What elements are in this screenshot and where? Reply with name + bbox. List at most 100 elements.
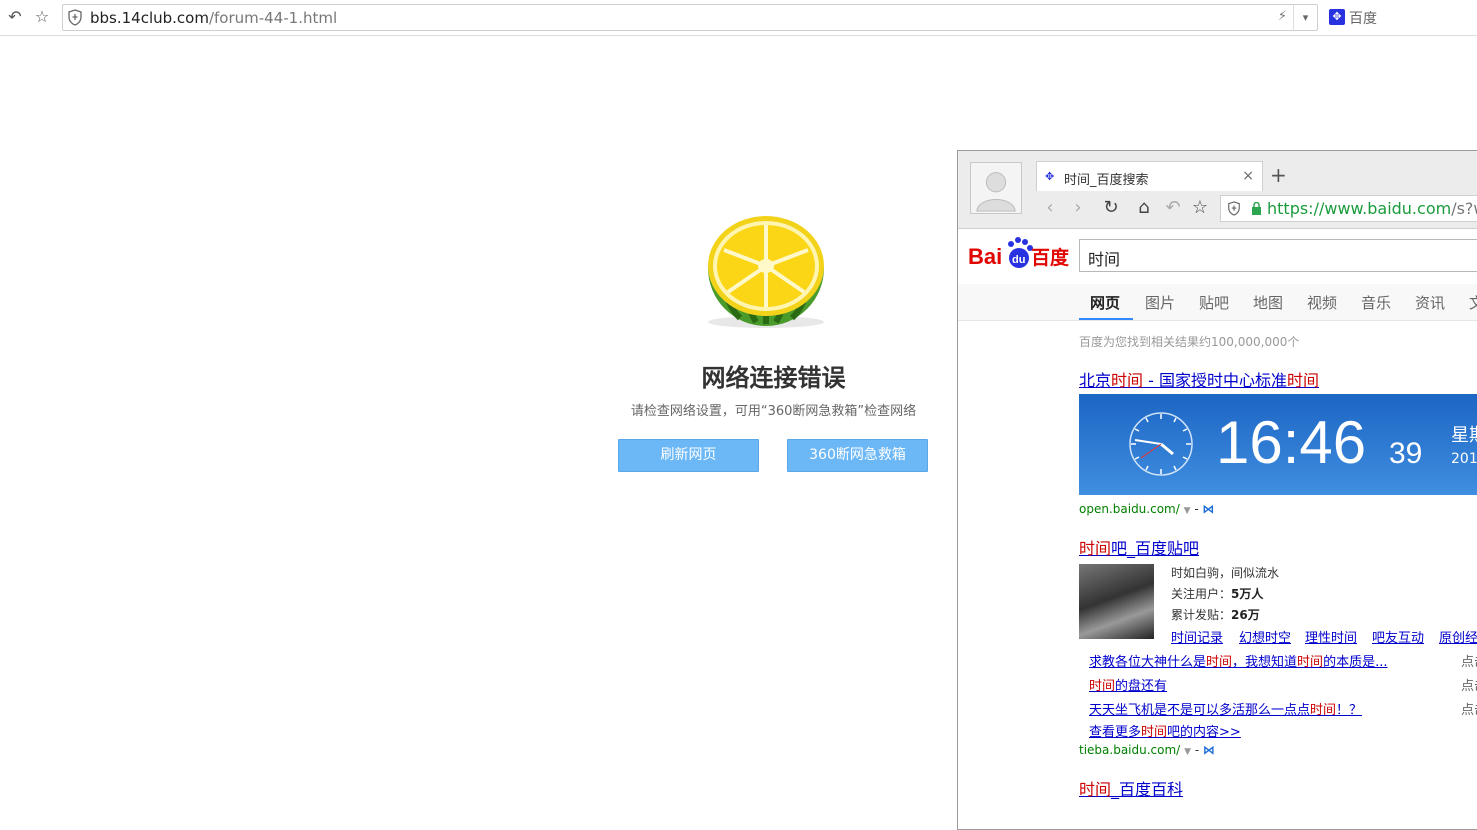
more-text: 吧的内容>> [1167, 725, 1241, 740]
thread-text: ！？ [1336, 703, 1363, 718]
baidu-logo: Bai du 百度 [968, 237, 1070, 269]
thread-highlight: 时间 [1089, 679, 1116, 694]
title-part: 吧_百度贴吧 [1111, 539, 1200, 558]
error-description: 请检查网络设置，可用“360断网急救箱”检查网络 [630, 404, 917, 419]
followers-label: 关注用户： [1171, 587, 1232, 601]
title-highlight: 时间 [1111, 371, 1144, 390]
tab-tieba[interactable]: 贴吧 [1199, 292, 1229, 313]
time-widget: 16:46 39 星期 201 [1079, 394, 1477, 495]
avatar[interactable] [970, 162, 1022, 214]
clock-weekday: 星期 [1451, 425, 1477, 446]
tab-wenku[interactable]: 文 [1469, 292, 1477, 313]
svg-text:Bai: Bai [968, 244, 1002, 269]
shield-icon [1228, 201, 1240, 216]
inner-address-bar[interactable]: https://www.baidu.com/s?wd [1220, 195, 1477, 222]
title-part: 北京 [1079, 371, 1112, 390]
tieba-thread-link[interactable]: 天天坐飞机是不是可以多活那么一点点时间！？ [1089, 699, 1362, 718]
result-source: tieba.baidu.com/ ▼ - ⋈ [1079, 743, 1215, 757]
new-tab-icon[interactable]: + [1270, 163, 1287, 187]
tieba-tag-link[interactable]: 时间记录 [1171, 627, 1223, 646]
shield-icon [68, 9, 82, 26]
posts-value: 26万 [1231, 608, 1260, 622]
thread-click-count: 点击 [1461, 703, 1477, 718]
tab-images[interactable]: 图片 [1145, 292, 1175, 313]
clock-seconds: 39 [1389, 437, 1423, 470]
url-host: bbs.14club.com [90, 9, 209, 27]
search-input[interactable]: 时间 [1079, 239, 1477, 272]
close-icon[interactable]: × [1242, 168, 1254, 184]
posts-label: 累计发贴： [1171, 608, 1232, 622]
more-tieba-link[interactable]: 查看更多时间吧的内容>> [1089, 721, 1241, 740]
search-query: 时间 [1088, 250, 1121, 269]
thread-text: 天天坐飞机是不是可以多活那么一点点 [1089, 703, 1311, 718]
title-highlight: 时间 [1079, 780, 1112, 799]
tab-title: 时间_百度搜索 [1064, 173, 1149, 188]
result-title-tieba[interactable]: 时间吧_百度贴吧 [1079, 535, 1199, 559]
caret-down-icon[interactable]: ▼ [1184, 747, 1191, 757]
bow-tie-icon[interactable]: ⋈ [1203, 502, 1215, 516]
source-url[interactable]: open.baidu.com/ [1079, 502, 1180, 516]
title-part: _百度百科 [1111, 780, 1184, 799]
search-engine-name: 百度 [1349, 11, 1377, 27]
melon-logo-icon [708, 216, 824, 328]
source-url[interactable]: tieba.baidu.com/ [1079, 743, 1180, 757]
tieba-tag-link[interactable]: 原创经 [1439, 627, 1477, 646]
favorite-star-icon[interactable]: ☆ [31, 6, 53, 28]
thread-highlight: 时间 [1206, 655, 1233, 670]
back-icon[interactable]: ‹ [1039, 197, 1061, 219]
thread-highlight: 时间 [1297, 655, 1324, 670]
address-bar[interactable]: bbs.14club.com/forum-44-1.html ⚡ ▾ [62, 4, 1318, 31]
chevron-down-icon[interactable]: ▾ [1293, 5, 1317, 30]
more-text: 查看更多 [1089, 725, 1142, 740]
svg-text:百度: 百度 [1031, 246, 1070, 269]
active-tab-indicator [1079, 318, 1133, 320]
tab-webpage[interactable]: 网页 [1090, 292, 1120, 313]
embedded-browser-window: ✥ 时间_百度搜索 × + ‹ › ↻ ⌂ ↶ ☆ https://www.ba… [957, 150, 1477, 830]
favorite-star-icon[interactable]: ☆ [1189, 197, 1211, 219]
tab-map[interactable]: 地图 [1253, 292, 1283, 313]
inner-url-secure: https://www.baidu.com [1267, 199, 1452, 218]
tieba-thread-link[interactable]: 求教各位大神什么是时间，我想知道时间的本质是... [1089, 651, 1387, 670]
inner-window-header: ✥ 时间_百度搜索 × + ‹ › ↻ ⌂ ↶ ☆ https://www.ba… [958, 151, 1477, 229]
undo-close-icon[interactable]: ↶ [4, 6, 26, 28]
clock-time: 16:46 [1216, 409, 1367, 476]
tab-video[interactable]: 视频 [1307, 292, 1337, 313]
lock-icon [1252, 202, 1261, 215]
refresh-page-button[interactable]: 刷新网页 [618, 439, 759, 472]
followers-value: 5万人 [1231, 587, 1264, 601]
error-title: 网络连接错误 [701, 364, 846, 392]
browser-toolbar: ↶ ☆ bbs.14club.com/forum-44-1.html ⚡ ▾ ✥… [0, 0, 1477, 36]
lightning-icon[interactable]: ⚡ [1278, 9, 1287, 24]
result-title-baike[interactable]: 时间_百度百科 [1079, 776, 1183, 800]
inner-url-rest: /s?wd [1451, 199, 1477, 218]
title-highlight: 时间 [1079, 539, 1112, 558]
tieba-thread-link[interactable]: 时间的盘还有 [1089, 675, 1167, 694]
tab-news[interactable]: 资讯 [1415, 292, 1445, 313]
title-part: - 国家授时中心标准 [1143, 371, 1287, 390]
thread-click-count: 点击 [1461, 655, 1477, 670]
svg-text:du: du [1012, 254, 1025, 266]
tieba-thumbnail[interactable] [1079, 564, 1154, 639]
clock-icon [1129, 412, 1193, 476]
network-rescue-button[interactable]: 360断网急救箱 [787, 439, 928, 472]
result-title-beijing-time[interactable]: 北京时间 - 国家授时中心标准时间 [1079, 367, 1319, 391]
address-url: bbs.14club.com/forum-44-1.html [90, 9, 337, 27]
tieba-tag-link[interactable]: 幻想时空 [1239, 627, 1291, 646]
forward-icon[interactable]: › [1067, 197, 1089, 219]
bow-tie-icon[interactable]: ⋈ [1203, 743, 1215, 757]
caret-down-icon[interactable]: ▼ [1184, 506, 1191, 516]
tab-baidu-search[interactable]: ✥ 时间_百度搜索 × [1036, 161, 1263, 191]
thread-text: 的盘还有 [1115, 679, 1168, 694]
home-icon[interactable]: ⌂ [1133, 197, 1155, 219]
thread-text: ，我想知道 [1232, 655, 1298, 670]
tieba-tag-link[interactable]: 理性时间 [1305, 627, 1357, 646]
undo-close-icon[interactable]: ↶ [1162, 197, 1184, 219]
tieba-tag-link[interactable]: 吧友互动 [1372, 627, 1424, 646]
user-avatar-icon [976, 172, 1016, 212]
thread-highlight: 时间 [1310, 703, 1337, 718]
result-source: open.baidu.com/ ▼ - ⋈ [1079, 502, 1215, 516]
baidu-paw-icon: ✥ [1329, 9, 1345, 25]
more-highlight: 时间 [1141, 725, 1168, 740]
reload-icon[interactable]: ↻ [1100, 197, 1122, 219]
tab-music[interactable]: 音乐 [1361, 292, 1391, 313]
